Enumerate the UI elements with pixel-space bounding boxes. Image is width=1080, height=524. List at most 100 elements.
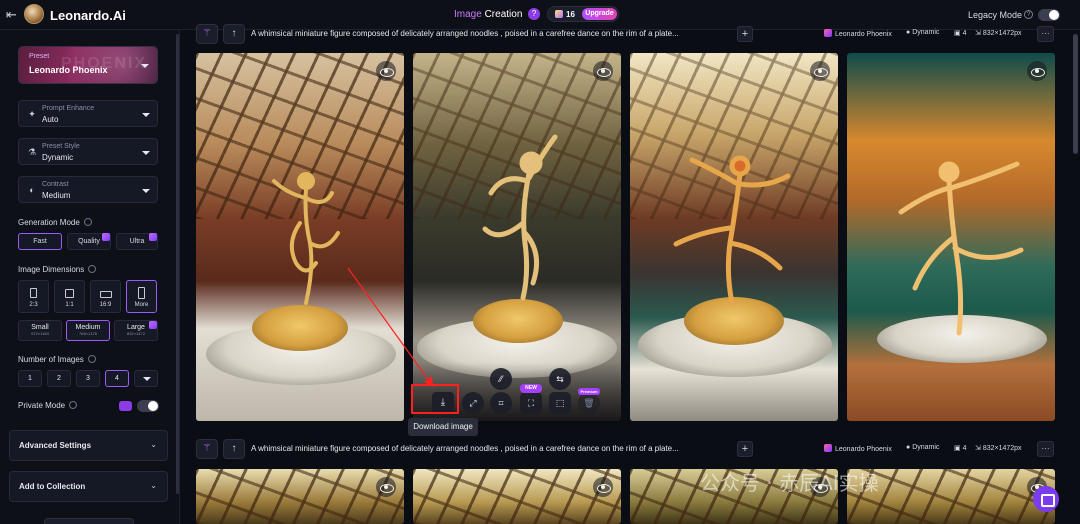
num-images-more-button[interactable] <box>134 370 158 387</box>
info-icon[interactable] <box>88 265 97 273</box>
model-name: Leonardo Phoenix <box>835 446 892 453</box>
size-small-button[interactable]: Small 672×1184 <box>18 320 62 341</box>
number-of-images-heading: Number of Images <box>18 355 96 364</box>
upscale-icon[interactable]: ⤢ <box>462 392 484 414</box>
more-options-button[interactable]: ··· <box>1037 26 1054 42</box>
num-images-3-button[interactable]: 3 <box>76 370 100 387</box>
count-meta: ▣ 4 <box>954 29 966 37</box>
generated-image-4[interactable] <box>847 53 1055 421</box>
preset-style-select[interactable]: ⚗ Preset Style Dynamic <box>18 138 158 165</box>
image-dimensions-heading: Image Dimensions <box>18 265 97 274</box>
premium-badge-icon <box>149 233 157 241</box>
eye-icon[interactable] <box>1027 61 1047 81</box>
count-meta: ▣ 4 <box>954 444 966 452</box>
style-meta: ● Dynamic <box>906 444 939 451</box>
contrast-icon: ◐ <box>29 185 35 195</box>
dimension-meta: ⇲ 832×1472px <box>975 29 1022 37</box>
prompt-text[interactable]: A whimsical miniature figure composed of… <box>251 29 731 38</box>
feed-scrollbar[interactable] <box>1073 34 1078 154</box>
preset-label: Preset <box>29 53 50 60</box>
mode-fast-button[interactable]: Fast <box>18 233 62 250</box>
num-images-2-button[interactable]: 2 <box>47 370 71 387</box>
flip-icon[interactable]: ⇆ <box>549 368 571 390</box>
size-medium-button[interactable]: Medium 768×1376 <box>66 320 110 341</box>
drop-icon: ● <box>906 444 911 451</box>
overlay-watermark: 公众号 · 赤辰AI实操 <box>700 471 879 495</box>
prompt-text[interactable]: A whimsical miniature figure composed of… <box>251 444 731 453</box>
canvas-icon[interactable]: ⬚ <box>549 392 571 414</box>
generate-button[interactable] <box>44 518 134 524</box>
legacy-info-icon[interactable]: ? <box>1024 10 1033 19</box>
square-ratio-icon <box>64 289 74 298</box>
drop-icon: ● <box>906 29 911 36</box>
magic-wand-icon[interactable]: ⚚ <box>196 24 218 44</box>
brand-name[interactable]: Leonardo.Ai <box>50 8 126 23</box>
eye-icon[interactable] <box>593 477 613 497</box>
preset-style-value: Dynamic <box>42 153 74 162</box>
private-mode-heading: Private Mode <box>18 401 78 410</box>
chevron-down-icon: ⌄ <box>150 481 157 490</box>
eye-icon[interactable] <box>376 61 396 81</box>
info-icon[interactable] <box>69 401 78 409</box>
ratio-2-3-button[interactable]: 2:3 <box>18 280 49 313</box>
ratio-more-button[interactable]: More <box>126 280 157 313</box>
premium-badge-icon <box>149 321 157 329</box>
ratio-1-1-button[interactable]: 1:1 <box>54 280 85 313</box>
model-name: Leonardo Phoenix <box>835 31 892 38</box>
ratio-label: 1:1 <box>65 302 74 308</box>
ratio-label: 2:3 <box>29 302 38 308</box>
add-icon[interactable]: + <box>737 26 753 42</box>
magic-wand-icon[interactable]: ⚚ <box>196 439 218 459</box>
delete-icon[interactable]: 🗑 <box>578 392 600 414</box>
more-options-button[interactable]: ··· <box>1037 441 1054 457</box>
add-icon[interactable]: + <box>737 441 753 457</box>
preset-selector[interactable]: PHOENIX Preset Leonardo Phoenix <box>18 46 158 84</box>
eye-icon[interactable] <box>810 61 830 81</box>
chevron-down-icon <box>143 377 151 381</box>
arrow-up-icon[interactable]: ↑ <box>223 24 245 44</box>
private-mode-toggle[interactable] <box>137 400 159 412</box>
upgrade-button[interactable]: Upgrade <box>582 8 617 20</box>
crop-icon[interactable]: ⌗ <box>490 392 512 414</box>
premium-badge: Premium <box>578 388 600 395</box>
info-icon[interactable] <box>87 355 96 363</box>
generated-image-3[interactable] <box>630 53 838 421</box>
token-icon <box>555 10 563 18</box>
contrast-value: Medium <box>42 191 71 200</box>
prompt-enhance-select[interactable]: ✦ Prompt Enhance Auto <box>18 100 158 127</box>
advanced-settings-accordion[interactable]: Advanced Settings ⌄ <box>9 430 168 461</box>
size-name: Medium <box>75 324 101 331</box>
add-to-collection-accordion[interactable]: Add to Collection ⌄ <box>9 471 168 502</box>
back-arrow-icon[interactable]: ⇤ <box>6 8 20 22</box>
help-icon[interactable]: ? <box>528 8 540 20</box>
model-meta: Leonardo Phoenix <box>824 444 892 453</box>
new-badge: NEW <box>520 384 542 393</box>
token-balance[interactable]: 16 Upgrade <box>547 6 619 22</box>
landscape-ratio-icon <box>99 291 112 298</box>
pasta-pile <box>473 299 563 343</box>
ratio-label: 16:9 <box>99 302 112 308</box>
legacy-mode-toggle[interactable] <box>1038 9 1060 21</box>
generated-image-5[interactable] <box>196 469 404 524</box>
generated-image-6[interactable] <box>413 469 621 524</box>
size-dims: 768×1376 <box>79 331 97 336</box>
pergola-leaves <box>196 469 404 524</box>
remove-background-icon[interactable]: ⁄⁄ <box>490 368 512 390</box>
expand-icon[interactable]: ⛶ <box>520 392 542 414</box>
preset-value: Leonardo Phoenix <box>29 65 108 75</box>
num-images-1-button[interactable]: 1 <box>18 370 42 387</box>
eye-icon[interactable] <box>593 61 613 81</box>
ratio-16-9-button[interactable]: 16:9 <box>90 280 121 313</box>
generation-header: ⚚ ↑ A whimsical miniature figure compose… <box>196 439 1054 461</box>
eye-icon[interactable] <box>376 477 396 497</box>
leonardo-logo[interactable] <box>24 4 44 24</box>
images-icon: ▣ <box>954 445 961 452</box>
annotation-highlight-box <box>411 384 459 414</box>
chat-support-icon[interactable] <box>1033 486 1059 512</box>
num-images-4-button[interactable]: 4 <box>105 370 129 387</box>
generated-image-1[interactable] <box>196 53 404 421</box>
arrow-up-icon[interactable]: ↑ <box>223 439 245 459</box>
info-icon[interactable] <box>83 218 92 226</box>
contrast-select[interactable]: ◐ Contrast Medium <box>18 176 158 203</box>
sidebar-scrollbar[interactable] <box>176 34 179 494</box>
